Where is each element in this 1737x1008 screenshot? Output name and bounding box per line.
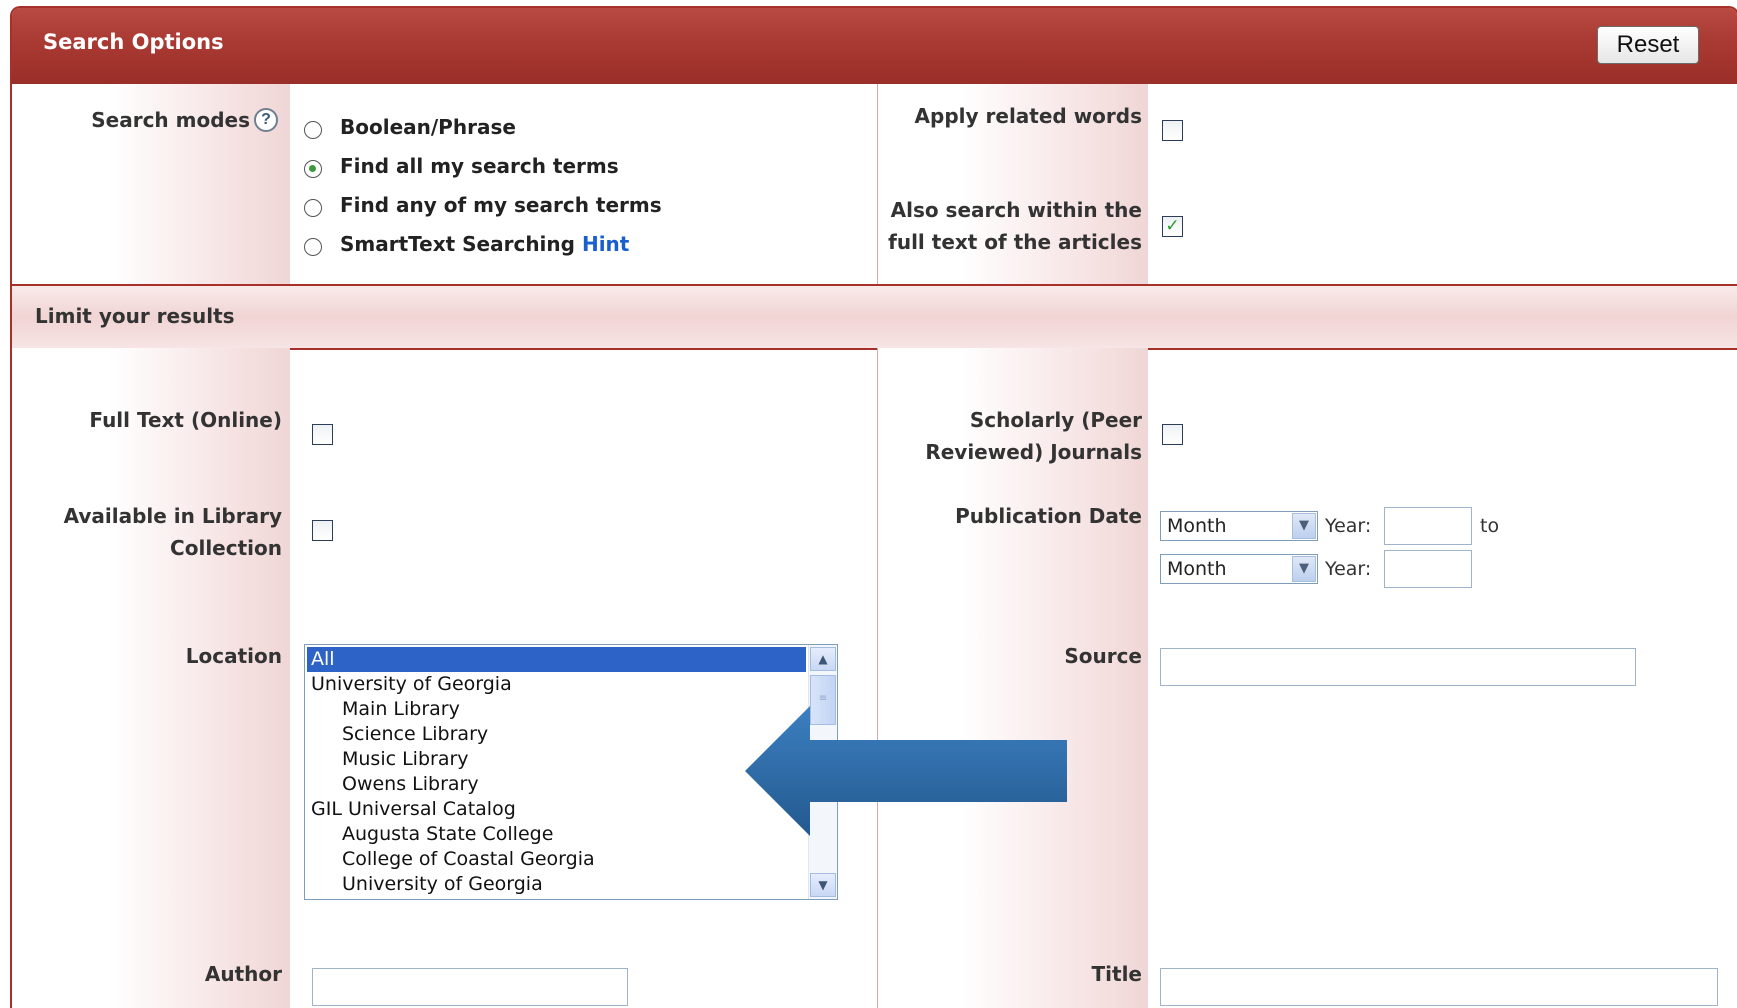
option-find-all-label: Find all my search terms [340,154,619,178]
location-option[interactable]: Main Library [307,697,806,722]
scroll-down-arrow-icon[interactable]: ▼ [810,873,836,897]
hint-link[interactable]: Hint [582,232,629,256]
location-option-all[interactable]: All [307,647,806,672]
full-text-online-label: Full Text (Online) [89,408,282,432]
to-label: to [1480,515,1500,537]
apply-related-words-checkbox[interactable] [1162,120,1183,141]
location-option[interactable]: University of Georgia [307,872,806,897]
year-from-label: Year: [1325,515,1372,537]
location-option[interactable]: GIL Universal Catalog [307,797,806,822]
scroll-up-arrow-icon[interactable]: ▲ [810,647,836,671]
search-modes-label: Search modes [91,108,250,132]
reset-button[interactable]: Reset [1597,26,1699,64]
available-in-library-checkbox[interactable] [312,520,333,541]
year-to-input[interactable] [1384,550,1472,588]
header-title: Search Options [43,30,224,54]
limit-label-column-bg [12,348,290,1008]
smarttext-label: SmartText Searching [340,232,575,256]
location-option[interactable]: College of Coastal Georgia [307,847,806,872]
scholarly-journals-checkbox[interactable] [1162,424,1183,445]
publication-date-label: Publication Date [955,504,1142,528]
location-label: Location [185,644,282,668]
limit-results-title: Limit your results [35,304,235,328]
location-option[interactable]: Science Library [307,722,806,747]
pub-date-month-to-select[interactable]: Month ▼ [1160,554,1318,584]
apply-related-words-label: Apply related words [914,104,1142,128]
annotation-arrow-icon [745,706,1067,836]
full-text-online-checkbox[interactable] [312,424,333,445]
help-question-icon[interactable]: ? [254,108,278,132]
option-boolean-phrase-label: Boolean/Phrase [340,115,516,139]
option-smarttext-label: SmartText Searching Hint [340,231,629,257]
pub-date-month-from-select[interactable]: Month ▼ [1160,511,1318,541]
radio-find-all-terms[interactable] [304,160,322,178]
limit-results-bar: Limit your results [12,284,1737,350]
available-in-library-label: Available in Library Collection [63,504,282,560]
author-label: Author [204,962,282,986]
source-label: Source [1064,644,1142,668]
option-find-any-label: Find any of my search terms [340,193,662,217]
also-search-full-text-checkbox[interactable]: ✓ [1162,216,1183,237]
author-input[interactable] [312,968,628,1006]
title-label: Title [1091,962,1142,986]
location-option[interactable]: Music Library [307,747,806,772]
chevron-down-icon: ▼ [1292,556,1316,582]
scholarly-journals-label: Scholarly (Peer Reviewed) Journals [925,408,1142,464]
title-input[interactable] [1160,968,1718,1006]
location-option[interactable]: Augusta State College [307,822,806,847]
location-option[interactable]: Owens Library [307,772,806,797]
search-options-panel: Search Options Reset Search modes ? Bool… [10,6,1737,1008]
chevron-down-icon: ▼ [1292,513,1316,539]
radio-find-any-terms[interactable] [304,199,322,217]
location-option[interactable]: University of Georgia [307,672,806,697]
also-search-full-text-label: Also search within the full text of the … [888,198,1142,254]
source-input[interactable] [1160,648,1636,686]
radio-boolean-phrase[interactable] [304,121,322,139]
radio-smarttext[interactable] [304,238,322,256]
year-to-label: Year: [1325,558,1372,580]
year-from-input[interactable] [1384,507,1472,545]
search-options-header: Search Options Reset [12,8,1737,84]
